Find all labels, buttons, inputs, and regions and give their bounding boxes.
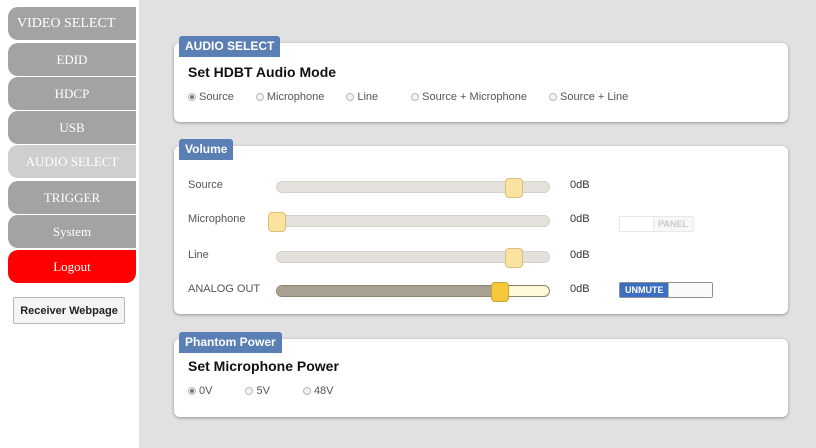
radio-source-microphone-label: Source + Microphone (422, 91, 528, 103)
unmute-label: UNMUTE (620, 283, 668, 297)
radio-5v-label: 5V (256, 385, 270, 397)
radio-5v[interactable]: 5V (245, 385, 270, 397)
audio-select-tag: AUDIO SELECT (179, 36, 281, 57)
radio-48v[interactable]: 48V (302, 385, 334, 397)
microphone-volume-slider[interactable] (268, 212, 550, 232)
audio-mode-radio-group: Source Microphone Line Source + Micropho… (188, 91, 646, 103)
volume-source-label: Source (188, 179, 223, 191)
phantom-power-panel: Phantom Power Set Microphone Power 0V 5V… (174, 332, 788, 417)
nav-trigger[interactable]: TRIGGER (8, 181, 136, 214)
nav-hdcp[interactable]: HDCP (8, 77, 136, 110)
sidebar: VIDEO SELECT EDID HDCP USB AUDIO SELECT … (0, 0, 139, 448)
radio-5v-dot[interactable] (245, 387, 254, 395)
volume-microphone-label: Microphone (188, 213, 246, 225)
source-volume-slider[interactable] (276, 178, 550, 198)
nav-system[interactable]: System (8, 215, 136, 248)
radio-0v-label: 0V (199, 385, 213, 397)
microphone-db-value: 0dB (570, 213, 590, 225)
radio-microphone[interactable]: Microphone (255, 91, 325, 103)
line-volume-slider[interactable] (276, 248, 550, 268)
line-volume-handle[interactable] (504, 248, 523, 268)
radio-line-label: Line (357, 91, 379, 103)
panel-toggle[interactable]: PANEL (619, 216, 694, 232)
radio-source-label: Source (199, 91, 234, 103)
microphone-power-heading: Set Microphone Power (188, 358, 339, 374)
radio-0v[interactable]: 0V (188, 385, 212, 397)
volume-analog-out-label: ANALOG OUT (188, 283, 261, 295)
radio-source-line-label: Source + Line (560, 91, 629, 103)
radio-source-line[interactable]: Source + Line (549, 91, 628, 103)
analog-out-db-value: 0dB (570, 283, 590, 295)
radio-source-microphone[interactable]: Source + Microphone (411, 91, 527, 103)
radio-source-line-dot[interactable] (549, 93, 558, 101)
radio-source[interactable]: Source (188, 91, 234, 103)
nav-edid[interactable]: EDID (8, 43, 136, 76)
radio-source-dot[interactable] (188, 93, 196, 101)
audio-select-panel: AUDIO SELECT Set HDBT Audio Mode Source … (174, 36, 788, 122)
radio-microphone-dot[interactable] (255, 93, 264, 101)
nav-video-select[interactable]: VIDEO SELECT (8, 7, 136, 40)
source-db-value: 0dB (570, 179, 590, 191)
source-volume-handle[interactable] (504, 178, 523, 198)
audio-mode-heading: Set HDBT Audio Mode (188, 64, 337, 80)
radio-0v-dot[interactable] (188, 387, 196, 395)
main-content: AUDIO SELECT Set HDBT Audio Mode Source … (139, 0, 816, 448)
receiver-webpage-button[interactable]: Receiver Webpage (13, 297, 125, 324)
nav-usb[interactable]: USB (8, 111, 136, 144)
radio-microphone-label: Microphone (266, 91, 325, 103)
panel-toggle-knob[interactable] (620, 217, 654, 231)
nav-logout[interactable]: Logout (8, 250, 136, 283)
line-db-value: 0dB (570, 249, 590, 261)
radio-48v-label: 48V (313, 385, 334, 397)
radio-line-dot[interactable] (346, 93, 355, 101)
radio-source-microphone-dot[interactable] (411, 93, 420, 101)
volume-line-label: Line (188, 249, 209, 261)
panel-toggle-label: PANEL (658, 219, 688, 229)
radio-48v-dot[interactable] (302, 387, 311, 395)
mute-toggle-knob[interactable] (668, 283, 712, 297)
radio-line[interactable]: Line (346, 91, 378, 103)
volume-tag: Volume (179, 139, 234, 160)
volume-panel: Volume Source 0dB Microphone 0dB PANEL L… (174, 139, 788, 314)
mute-toggle[interactable]: UNMUTE (619, 282, 713, 298)
analog-out-volume-slider[interactable] (276, 282, 550, 302)
phantom-power-tag: Phantom Power (179, 332, 282, 353)
analog-out-fill (277, 286, 501, 296)
nav-audio-select[interactable]: AUDIO SELECT (8, 145, 136, 178)
phantom-power-radio-group: 0V 5V 48V (188, 385, 352, 397)
microphone-volume-handle[interactable] (268, 212, 286, 232)
analog-out-volume-handle[interactable] (491, 282, 510, 302)
